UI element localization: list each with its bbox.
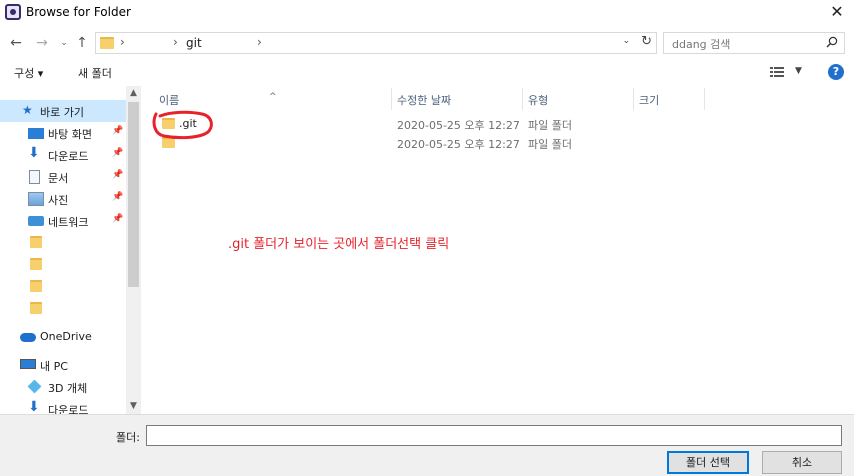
nav-item-label: 다운로드 xyxy=(48,404,89,414)
breadcrumb-separator[interactable]: › xyxy=(257,35,262,49)
column-type-label: 유형 xyxy=(528,94,549,107)
nav-item-label: 네트워크 xyxy=(48,216,89,229)
sort-caret-icon: ^ xyxy=(269,92,277,102)
folder-icon xyxy=(100,37,114,49)
download-icon: ⬇ xyxy=(28,399,40,414)
view-dropdown-icon[interactable]: ▼ xyxy=(795,66,802,76)
nav-item-desktop[interactable]: 바탕 화면 📌 xyxy=(0,122,126,144)
navigation-pane: ★ 바로 가기 바탕 화면 📌 ⬇ 다운로드 📌 문서 📌 사진 📌 네트워크 … xyxy=(0,86,141,414)
nav-item-label: 사진 xyxy=(48,194,69,207)
pictures-icon xyxy=(28,192,44,206)
column-header-name[interactable]: 이름 ^ xyxy=(141,88,391,110)
onedrive-icon xyxy=(20,333,36,342)
folder-icon xyxy=(30,258,42,270)
title-bar: Browse for Folder ✕ xyxy=(0,0,854,24)
command-bar: 구성 ▾ 새 폴더 ▼ ? xyxy=(0,58,854,86)
forward-arrow-icon[interactable]: → xyxy=(34,33,50,53)
column-header-size[interactable]: 크기 xyxy=(634,88,704,110)
column-modified-label: 수정한 날짜 xyxy=(397,94,452,107)
search-icon[interactable] xyxy=(826,36,838,48)
pin-icon[interactable]: 📌 xyxy=(112,126,123,136)
nav-item-folder[interactable] xyxy=(0,232,126,254)
column-name-label: 이름 xyxy=(159,94,180,107)
close-icon[interactable]: ✕ xyxy=(826,1,848,23)
pin-icon[interactable]: 📌 xyxy=(112,192,123,202)
nav-item-downloads-2[interactable]: ⬇ 다운로드 xyxy=(0,398,126,414)
instruction-annotation: .git 폴더가 보이는 곳에서 폴더선택 클릭 xyxy=(228,237,450,252)
nav-item-documents[interactable]: 문서 📌 xyxy=(0,166,126,188)
nav-item-network[interactable]: 네트워크 📌 xyxy=(0,210,126,232)
nav-item-3d-objects[interactable]: 3D 개체 xyxy=(0,376,126,398)
address-bar[interactable]: › › git › ⌄ ↻ xyxy=(95,32,657,54)
file-modified: 2020-05-25 오후 12:27 xyxy=(397,119,520,132)
nav-item-quick-access[interactable]: ★ 바로 가기 xyxy=(0,100,126,122)
select-folder-button[interactable]: 폴더 선택 xyxy=(667,451,749,474)
nav-pane-scrollbar[interactable]: ▲ ▼ xyxy=(126,86,141,414)
nav-item-folder[interactable] xyxy=(0,298,126,320)
navigation-row: ← → ⌄ ↑ › › git › ⌄ ↻ ddang 검색 xyxy=(0,28,854,58)
table-row[interactable]: 2020-05-25 오후 12:27 파일 폴더 xyxy=(149,134,709,152)
table-row[interactable]: .git 2020-05-25 오후 12:27 파일 폴더 xyxy=(149,115,709,133)
window-title: Browse for Folder xyxy=(26,5,131,19)
pin-icon[interactable]: 📌 xyxy=(112,170,123,180)
column-header-type[interactable]: 유형 xyxy=(523,88,633,110)
pc-icon xyxy=(20,359,36,369)
help-icon[interactable]: ? xyxy=(828,64,844,80)
organize-button[interactable]: 구성 ▾ xyxy=(14,65,43,81)
chevron-down-icon[interactable]: ⌄ xyxy=(622,36,630,46)
breadcrumb-separator[interactable]: › xyxy=(173,35,178,49)
nav-item-label: 문서 xyxy=(48,172,69,185)
3d-objects-icon xyxy=(27,379,42,394)
scroll-up-icon[interactable]: ▲ xyxy=(126,86,141,101)
search-placeholder: ddang 검색 xyxy=(672,38,731,51)
search-input[interactable]: ddang 검색 xyxy=(663,32,845,54)
nav-item-label: 바탕 화면 xyxy=(48,128,92,141)
nav-item-onedrive[interactable]: OneDrive xyxy=(0,326,126,348)
refresh-icon[interactable]: ↻ xyxy=(641,34,652,49)
cancel-button[interactable]: 취소 xyxy=(762,451,842,474)
breadcrumb-separator[interactable]: › xyxy=(120,35,125,49)
star-icon: ★ xyxy=(22,103,33,117)
highlight-circle xyxy=(152,110,213,140)
nav-item-folder[interactable] xyxy=(0,254,126,276)
folder-icon xyxy=(30,236,42,248)
file-modified: 2020-05-25 오후 12:27 xyxy=(397,138,520,151)
pin-icon[interactable]: 📌 xyxy=(112,214,123,224)
nav-item-downloads[interactable]: ⬇ 다운로드 📌 xyxy=(0,144,126,166)
column-header-modified[interactable]: 수정한 날짜 xyxy=(392,88,522,110)
breadcrumb-git[interactable]: git xyxy=(186,36,202,50)
column-divider[interactable] xyxy=(704,88,705,110)
nav-item-pictures[interactable]: 사진 📌 xyxy=(0,188,126,210)
nav-item-label: 바로 가기 xyxy=(40,106,84,119)
pin-icon[interactable]: 📌 xyxy=(112,148,123,158)
nav-item-label: 내 PC xyxy=(40,360,68,373)
document-icon xyxy=(29,170,40,184)
desktop-icon xyxy=(28,128,44,139)
file-type: 파일 폴더 xyxy=(528,119,572,132)
recent-locations-icon[interactable]: ⌄ xyxy=(58,33,70,53)
folder-field[interactable] xyxy=(146,425,842,446)
footer-bar: 폴더: 폴더 선택 취소 xyxy=(0,414,854,476)
nav-item-label: 3D 개체 xyxy=(48,382,88,395)
view-options-icon[interactable] xyxy=(770,66,784,78)
new-folder-button[interactable]: 새 폴더 xyxy=(78,65,112,81)
column-size-label: 크기 xyxy=(639,94,660,107)
nav-item-this-pc[interactable]: 내 PC xyxy=(0,354,126,376)
download-icon: ⬇ xyxy=(28,145,40,161)
folder-icon xyxy=(30,280,42,292)
up-arrow-icon[interactable]: ↑ xyxy=(74,33,90,53)
nav-item-folder[interactable] xyxy=(0,276,126,298)
nav-item-label: 다운로드 xyxy=(48,150,89,163)
file-type: 파일 폴더 xyxy=(528,138,572,151)
scrollbar-thumb[interactable] xyxy=(128,102,139,287)
nav-item-label: OneDrive xyxy=(40,330,92,343)
folder-field-label: 폴더: xyxy=(116,431,140,444)
folder-icon xyxy=(30,302,42,314)
network-icon xyxy=(28,216,44,226)
scroll-down-icon[interactable]: ▼ xyxy=(126,399,141,414)
app-icon xyxy=(5,4,21,20)
back-arrow-icon[interactable]: ← xyxy=(8,33,24,53)
